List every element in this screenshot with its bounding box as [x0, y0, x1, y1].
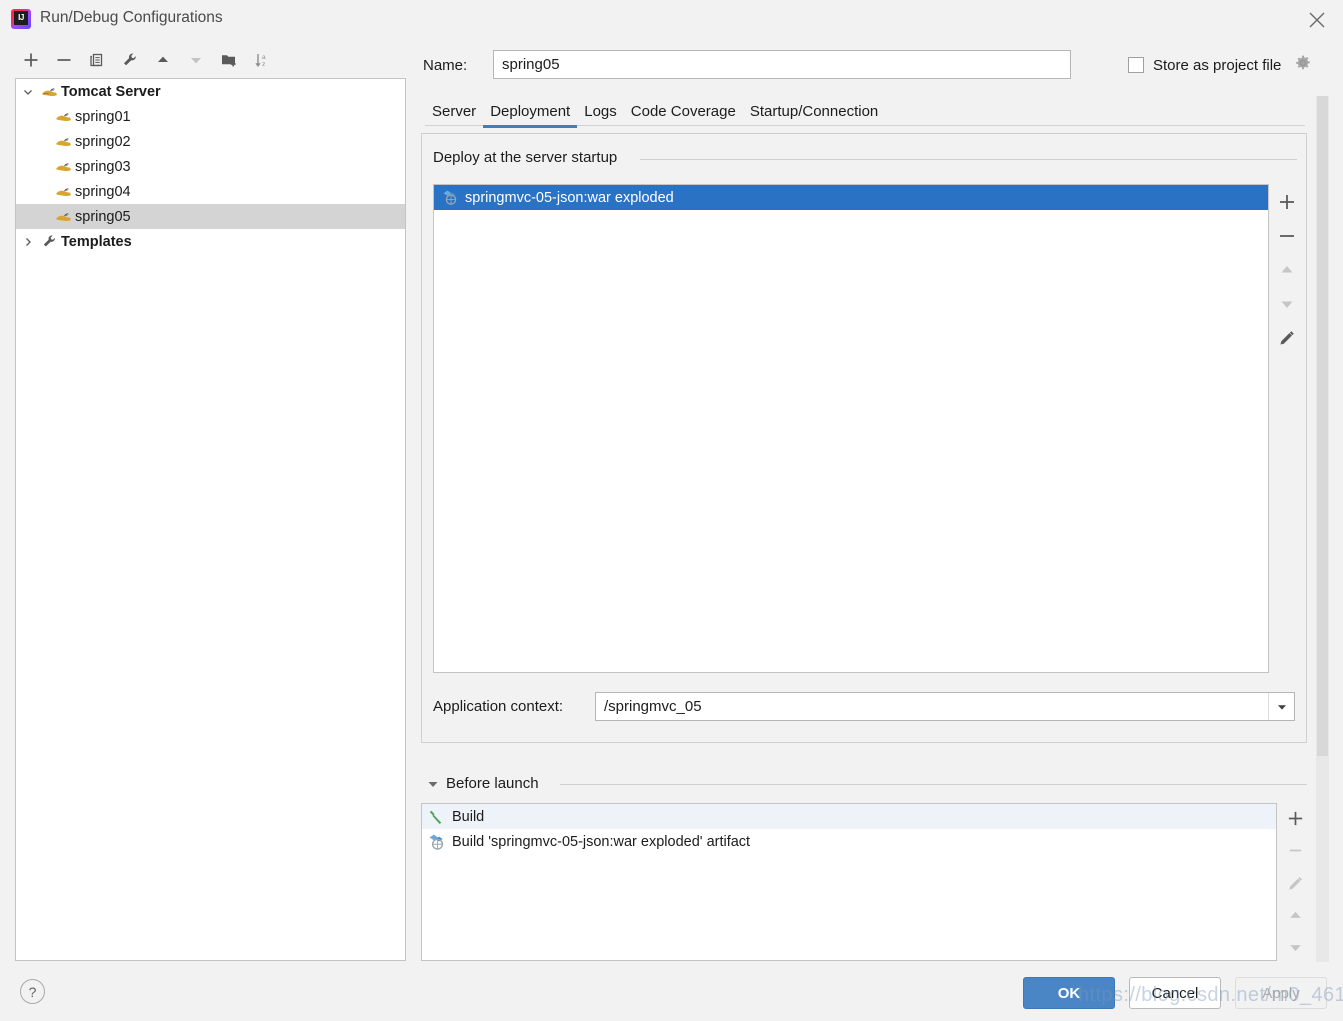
- edit-before-launch-task-button[interactable]: [1280, 869, 1310, 896]
- tree-node-spring04[interactable]: spring04: [16, 179, 405, 204]
- tomcat-icon: [54, 158, 72, 176]
- tree-node-spring02[interactable]: spring02: [16, 129, 405, 154]
- list-item[interactable]: Build: [422, 804, 1276, 829]
- new-folder-button[interactable]: [212, 45, 245, 75]
- cancel-button[interactable]: Cancel: [1129, 977, 1221, 1009]
- before-launch-list-toolbar: [1280, 803, 1310, 961]
- tree-node-label: spring03: [75, 159, 131, 175]
- intellij-idea-logo-icon: [11, 9, 31, 29]
- run-debug-configurations-dialog: Run/Debug Configurations: [0, 0, 1343, 1021]
- tree-node-label: Tomcat Server: [61, 84, 161, 100]
- tomcat-icon: [54, 183, 72, 201]
- tab-code-coverage[interactable]: Code Coverage: [624, 100, 743, 128]
- configuration-tabs: Server Deployment Logs Code Coverage Sta…: [425, 100, 1305, 128]
- copy-configuration-button[interactable]: [80, 45, 113, 75]
- gear-icon[interactable]: [1294, 54, 1312, 76]
- tab-deployment[interactable]: Deployment: [483, 100, 577, 128]
- configurations-tree[interactable]: Tomcat Server spring01 spring02: [15, 78, 406, 961]
- deployment-artifacts-list[interactable]: springmvc-05-json:war exploded: [433, 184, 1269, 673]
- tree-node-spring01[interactable]: spring01: [16, 104, 405, 129]
- help-button[interactable]: ?: [20, 979, 45, 1004]
- artifact-icon: [428, 833, 446, 851]
- application-context-value[interactable]: /springmvc_05: [596, 698, 1268, 715]
- application-context-combobox[interactable]: /springmvc_05: [595, 692, 1295, 721]
- configurations-toolbar: a z: [14, 44, 406, 76]
- tree-node-label: spring05: [75, 209, 131, 225]
- tomcat-icon: [40, 83, 58, 101]
- remove-artifact-button[interactable]: [1272, 222, 1302, 250]
- move-up-button[interactable]: [146, 45, 179, 75]
- tree-node-spring03[interactable]: spring03: [16, 154, 405, 179]
- sort-az-icon[interactable]: a z: [245, 45, 278, 75]
- tree-node-label: Templates: [61, 234, 132, 250]
- list-item[interactable]: springmvc-05-json:war exploded: [434, 185, 1268, 210]
- application-context-label: Application context:: [433, 698, 563, 715]
- apply-button[interactable]: Apply: [1235, 977, 1327, 1009]
- ok-button[interactable]: OK: [1023, 977, 1115, 1009]
- triangle-down-icon[interactable]: [426, 777, 440, 791]
- tomcat-icon: [54, 208, 72, 226]
- edit-templates-button[interactable]: [113, 45, 146, 75]
- configuration-name-input[interactable]: [493, 50, 1071, 79]
- tree-node-tomcat-server[interactable]: Tomcat Server: [16, 79, 405, 104]
- build-hammer-icon: [428, 808, 446, 826]
- before-launch-separator-line: [560, 784, 1307, 785]
- tomcat-icon: [54, 133, 72, 151]
- wrench-icon: [40, 233, 58, 251]
- tree-node-label: spring04: [75, 184, 131, 200]
- svg-text:z: z: [262, 61, 265, 68]
- svg-text:a: a: [262, 54, 266, 61]
- tab-startup-connection[interactable]: Startup/Connection: [743, 100, 885, 128]
- list-item[interactable]: Build 'springmvc-05-json:war exploded' a…: [422, 829, 1276, 854]
- tree-node-templates[interactable]: Templates: [16, 229, 405, 254]
- move-task-down-button[interactable]: [1280, 934, 1310, 961]
- move-task-up-button[interactable]: [1280, 902, 1310, 929]
- tree-node-label: spring02: [75, 134, 131, 150]
- tab-logs[interactable]: Logs: [577, 100, 624, 128]
- before-launch-title: Before launch: [446, 775, 539, 792]
- remove-configuration-button[interactable]: [47, 45, 80, 75]
- move-down-button[interactable]: [179, 45, 212, 75]
- deployment-list-toolbar: [1270, 184, 1304, 673]
- deploy-at-startup-label: Deploy at the server startup: [433, 149, 622, 166]
- close-icon[interactable]: [1305, 8, 1329, 32]
- right-scrollbar-thumb[interactable]: [1317, 96, 1328, 756]
- chevron-down-icon[interactable]: [16, 79, 40, 104]
- tab-server[interactable]: Server: [425, 100, 483, 128]
- tree-node-label: spring01: [75, 109, 131, 125]
- add-artifact-button[interactable]: [1272, 188, 1302, 216]
- before-launch-tasks-list[interactable]: Build Build 'springmvc-05-json:war explo…: [421, 803, 1277, 961]
- group-separator-line: [640, 159, 1297, 160]
- list-item-label: Build: [452, 809, 484, 825]
- add-before-launch-task-button[interactable]: [1280, 805, 1310, 832]
- list-item-label: springmvc-05-json:war exploded: [465, 190, 674, 206]
- chevron-right-icon[interactable]: [16, 229, 40, 254]
- add-configuration-button[interactable]: [14, 45, 47, 75]
- list-item-label: Build 'springmvc-05-json:war exploded' a…: [452, 834, 750, 850]
- move-artifact-up-button[interactable]: [1272, 256, 1302, 284]
- name-label: Name:: [423, 57, 467, 74]
- tomcat-icon: [54, 108, 72, 126]
- edit-artifact-button[interactable]: [1272, 324, 1302, 352]
- store-as-project-file-label: Store as project file: [1153, 57, 1281, 74]
- dialog-title: Run/Debug Configurations: [40, 9, 223, 27]
- move-artifact-down-button[interactable]: [1272, 290, 1302, 318]
- checkbox-box[interactable]: [1128, 57, 1144, 73]
- title-bar: Run/Debug Configurations: [0, 0, 1343, 38]
- remove-before-launch-task-button[interactable]: [1280, 837, 1310, 864]
- tree-node-spring05[interactable]: spring05: [16, 204, 405, 229]
- artifact-icon: [442, 189, 459, 206]
- chevron-down-icon[interactable]: [1268, 693, 1294, 720]
- store-as-project-file-checkbox[interactable]: Store as project file: [1128, 54, 1312, 76]
